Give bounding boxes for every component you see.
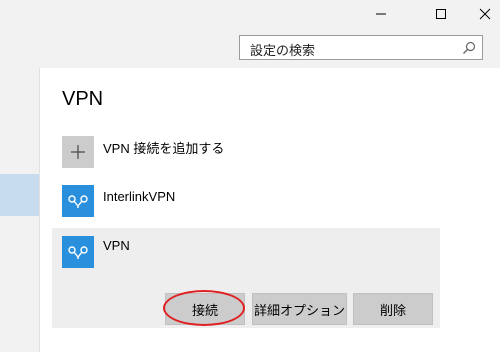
vpn-tile	[62, 236, 94, 268]
add-tile	[62, 136, 94, 168]
vpn-icon	[68, 246, 88, 259]
vpn-tile	[62, 185, 94, 217]
minimize-button[interactable]	[358, 0, 404, 28]
add-vpn-label: VPN 接続を追加する	[103, 141, 225, 156]
title-bar	[0, 0, 500, 28]
maximize-icon	[436, 9, 446, 19]
vpn-connection-item[interactable]: InterlinkVPN	[52, 178, 440, 228]
page-title: VPN	[62, 88, 104, 110]
close-icon	[479, 8, 491, 20]
remove-button[interactable]: 削除	[353, 293, 433, 325]
vpn-icon	[68, 195, 88, 208]
sidebar	[0, 68, 40, 352]
add-vpn-connection[interactable]: VPN 接続を追加する	[52, 128, 440, 168]
sidebar-item-selected[interactable]	[0, 174, 39, 216]
advanced-options-button[interactable]: 詳細オプション	[252, 293, 347, 325]
minimize-icon	[376, 13, 386, 15]
maximize-button[interactable]	[418, 0, 464, 28]
vpn-connection-name: InterlinkVPN	[103, 189, 176, 204]
connect-button[interactable]: 接続	[165, 293, 245, 325]
search-input[interactable]: 設定の検索	[239, 35, 483, 60]
plus-icon	[71, 145, 85, 159]
vpn-connection-name: VPN	[103, 238, 130, 253]
search-placeholder: 設定の検索	[250, 43, 316, 58]
search-icon[interactable]	[462, 41, 476, 55]
close-button[interactable]	[462, 0, 500, 28]
